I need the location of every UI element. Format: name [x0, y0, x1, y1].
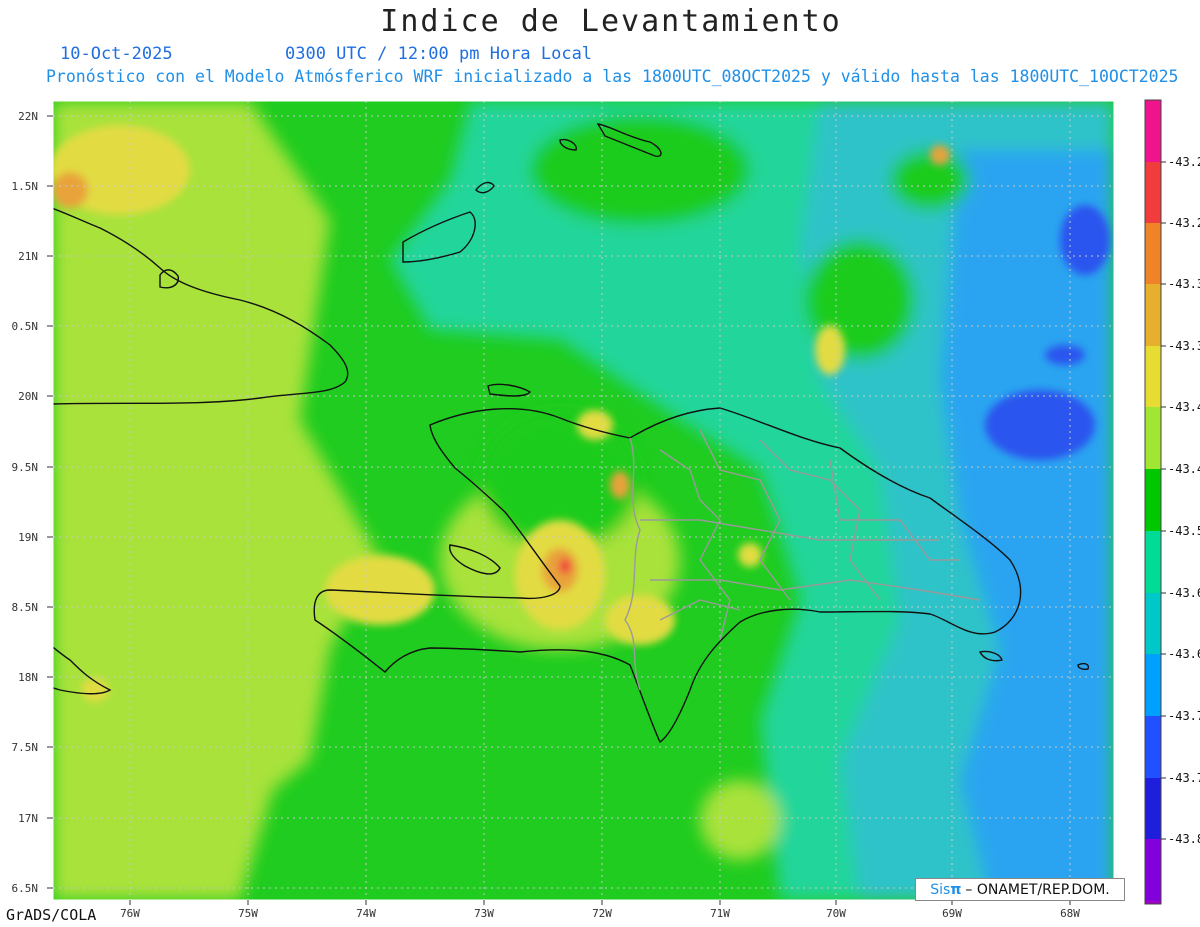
field-blue-mid: [1045, 345, 1085, 365]
lat-label: 19N: [18, 531, 38, 544]
colorbar-label: -43.4: [1168, 400, 1200, 414]
agency-text: – ONAMET/REP.DOM.: [965, 881, 1110, 898]
colorbar-label: -43.7: [1168, 709, 1200, 723]
field-orange-haiti: [610, 471, 630, 499]
colorbar-label: -43.6: [1168, 647, 1200, 661]
colorbar-swatch: [1145, 716, 1161, 778]
lon-label: 74W: [356, 907, 376, 920]
lat-label: 17N: [18, 812, 38, 825]
signature-box: Sis π – ONAMET/REP.DOM.: [915, 878, 1125, 901]
map-title: Indice de Levantamiento: [380, 4, 842, 39]
colorbar-label: -43.6: [1168, 586, 1200, 600]
colorbar-label: -43.4: [1168, 462, 1200, 476]
software-credit: GrADS/COLA: [6, 906, 97, 924]
colorbar-swatch: [1145, 346, 1161, 407]
forecast-map-figure: 22N 1.5N 21N 0.5N 20N 9.5N 19N 8.5N 18N …: [12, 99, 1200, 920]
field-yellow-south: [605, 595, 675, 645]
lon-label: 73W: [474, 907, 494, 920]
field-yellow-dr: [738, 543, 762, 567]
lon-label: 72W: [592, 907, 612, 920]
field-red-central: [559, 558, 571, 574]
lon-label: 68W: [1060, 907, 1080, 920]
colorbar-label: -43.8: [1168, 832, 1200, 846]
colorbar-swatch: [1145, 654, 1161, 716]
field-blue-east: [985, 390, 1095, 460]
lon-label: 76W: [120, 907, 140, 920]
lifted-index-field: [53, 101, 1114, 900]
lat-label: 21N: [18, 250, 38, 263]
lat-label: 6.5N: [12, 882, 39, 895]
field-green-north: [530, 115, 750, 225]
colorbar-swatch: [1145, 223, 1161, 284]
lat-ticks: [47, 115, 53, 889]
colorbar: -43.2 -43.2 -43.3 -43.3 -43.4 -43.4 -43.…: [1144, 99, 1200, 905]
field-yellow-north-haiti: [577, 410, 613, 440]
colorbar-label: -43.2: [1168, 155, 1200, 169]
colorbar-swatch: [1145, 778, 1161, 839]
field-orange-atlantic: [930, 145, 950, 165]
lat-label: 18N: [18, 671, 38, 684]
lat-label: 22N: [18, 110, 38, 123]
lat-label: 0.5N: [12, 320, 39, 333]
lat-label: 9.5N: [12, 461, 39, 474]
colorbar-label: -43.5: [1168, 524, 1200, 538]
lon-label: 71W: [710, 907, 730, 920]
lat-label: 1.5N: [12, 180, 39, 193]
field-orange-nw: [53, 172, 88, 208]
lon-label: 69W: [942, 907, 962, 920]
model-subtitle: Pronóstico con el Modelo Atmósferico WRF…: [46, 67, 1179, 86]
brand-text: Sis: [930, 881, 951, 898]
lat-labels: 22N 1.5N 21N 0.5N 20N 9.5N 19N 8.5N 18N …: [12, 110, 39, 895]
colorbar-label: -43.3: [1168, 277, 1200, 291]
colorbar-swatch: [1145, 407, 1161, 469]
lat-label: 8.5N: [12, 601, 39, 614]
field-green-ne: [890, 150, 970, 210]
lon-label: 75W: [238, 907, 258, 920]
lon-labels: 76W 75W 74W 73W 72W 71W 70W 69W 68W: [120, 907, 1080, 920]
pi-icon: π: [950, 881, 962, 898]
colorbar-label: -43.2: [1168, 216, 1200, 230]
lon-label: 70W: [826, 907, 846, 920]
field-blue-ne: [1060, 205, 1110, 275]
forecast-date: 10-Oct-2025: [60, 44, 173, 64]
colorbar-swatch: [1145, 593, 1161, 654]
colorbar-swatch: [1145, 162, 1161, 223]
colorbar-swatch: [1145, 531, 1161, 593]
colorbar-label: -43.7: [1168, 771, 1200, 785]
colorbar-swatch: [1145, 839, 1161, 901]
lat-label: 7.5N: [12, 741, 39, 754]
field-lightgreen-south: [700, 780, 780, 860]
colorbar-swatch: [1145, 100, 1161, 162]
colorbar-swatch: [1145, 469, 1161, 531]
forecast-time: 0300 UTC / 12:00 pm Hora Local: [285, 44, 593, 64]
lat-label: 20N: [18, 390, 38, 403]
colorbar-swatch: [1145, 284, 1161, 346]
field-yellow-atlantic: [815, 325, 845, 375]
colorbar-label: -43.3: [1168, 339, 1200, 353]
